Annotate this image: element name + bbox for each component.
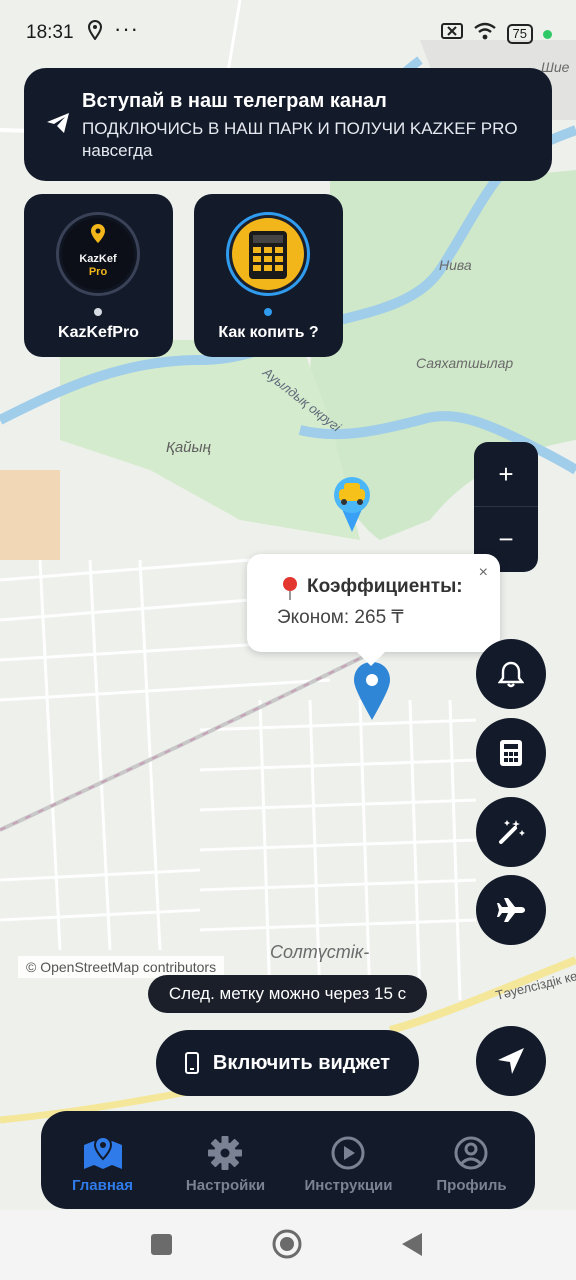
popup-title: Коэффициенты: xyxy=(307,576,463,597)
magic-wand-button[interactable] xyxy=(476,797,546,867)
banner-subtitle: ПОДКЛЮЧИСЬ В НАШ ПАРК И ПОЛУЧИ KAZKEF PR… xyxy=(82,119,518,160)
enable-widget-button[interactable]: Включить виджет xyxy=(156,1030,419,1096)
user-icon xyxy=(454,1136,488,1170)
cooldown-toast: След. метку можно через 15 с xyxy=(148,975,427,1013)
how-to-save-thumbnail xyxy=(226,212,310,296)
zoom-control: + − xyxy=(474,442,538,572)
story-label: KazKefPro xyxy=(58,324,139,341)
magic-wand-icon xyxy=(499,820,525,844)
map-label-niva: Нива xyxy=(439,257,472,273)
story-indicator xyxy=(94,308,102,316)
back-button[interactable] xyxy=(402,1233,422,1256)
nav-label: Настройки xyxy=(185,1177,266,1194)
zoom-in-button[interactable]: + xyxy=(474,442,538,506)
system-navigation-bar xyxy=(0,1210,576,1280)
notifications-button[interactable] xyxy=(476,639,546,709)
play-icon xyxy=(331,1136,365,1170)
my-location-button[interactable] xyxy=(476,1026,546,1096)
logo-text-1: KazKef xyxy=(79,253,117,265)
kazkefpro-logo: KazKef Pro xyxy=(56,212,140,296)
status-dot xyxy=(543,29,552,39)
airport-button[interactable] xyxy=(476,875,546,945)
recent-apps-button[interactable] xyxy=(151,1234,172,1255)
popup-close-button[interactable]: × xyxy=(479,564,488,582)
map-label-soltustik: Солтүстік- xyxy=(270,942,369,962)
status-time: 18:31 xyxy=(26,22,74,43)
more-icon: ··· xyxy=(114,16,139,41)
battery-indicator: 75 xyxy=(506,24,533,44)
telegram-icon xyxy=(46,112,70,139)
popup-econom-line: Эконом: 265 ₸ xyxy=(277,607,404,628)
wifi-icon xyxy=(473,22,497,46)
logo-text-2: Pro xyxy=(88,266,108,278)
banner-title: Вступай в наш телеграм канал xyxy=(82,90,387,112)
telegram-banner[interactable]: Вступай в наш телеграм канал ПОДКЛЮЧИСЬ … xyxy=(24,68,552,181)
map-label-sayahatshylar: Саяхатшылар xyxy=(416,355,513,371)
gear-icon xyxy=(208,1136,242,1170)
status-bar: 18:31 ··· 75 xyxy=(0,0,576,64)
story-kazkefpro[interactable]: KazKef Pro KazKefPro xyxy=(24,194,173,357)
bottom-navigation: Главная Настройки Инструкции Профиль xyxy=(41,1111,535,1209)
navigation-arrow-icon xyxy=(498,1048,524,1074)
calculator-icon xyxy=(500,740,522,766)
nav-item-settings[interactable]: Настройки xyxy=(164,1111,287,1209)
enable-widget-label: Включить виджет xyxy=(212,1051,391,1074)
map-label-kaiyn: Қайың xyxy=(166,439,211,456)
story-how-to-save[interactable]: Как копить ? xyxy=(194,194,343,357)
home-button[interactable] xyxy=(272,1229,302,1259)
nav-item-instructions[interactable]: Инструкции xyxy=(287,1111,410,1209)
coefficients-popup: Коэффициенты: Эконом: 265 ₸ × xyxy=(247,554,500,666)
story-indicator xyxy=(264,308,272,316)
nav-item-home[interactable]: Главная xyxy=(41,1111,164,1209)
nav-label: Главная xyxy=(71,1177,133,1194)
map-icon xyxy=(84,1135,122,1169)
story-label: Как копить ? xyxy=(218,324,319,341)
sim-off-icon xyxy=(440,23,463,45)
location-icon xyxy=(87,20,103,46)
phone-icon xyxy=(184,1052,199,1074)
bell-icon xyxy=(498,661,524,688)
nav-label: Профиль xyxy=(436,1177,507,1194)
nav-label: Инструкции xyxy=(304,1177,393,1194)
calculator-button[interactable] xyxy=(476,718,546,788)
nav-item-profile[interactable]: Профиль xyxy=(410,1111,533,1209)
airplane-icon xyxy=(497,898,525,922)
